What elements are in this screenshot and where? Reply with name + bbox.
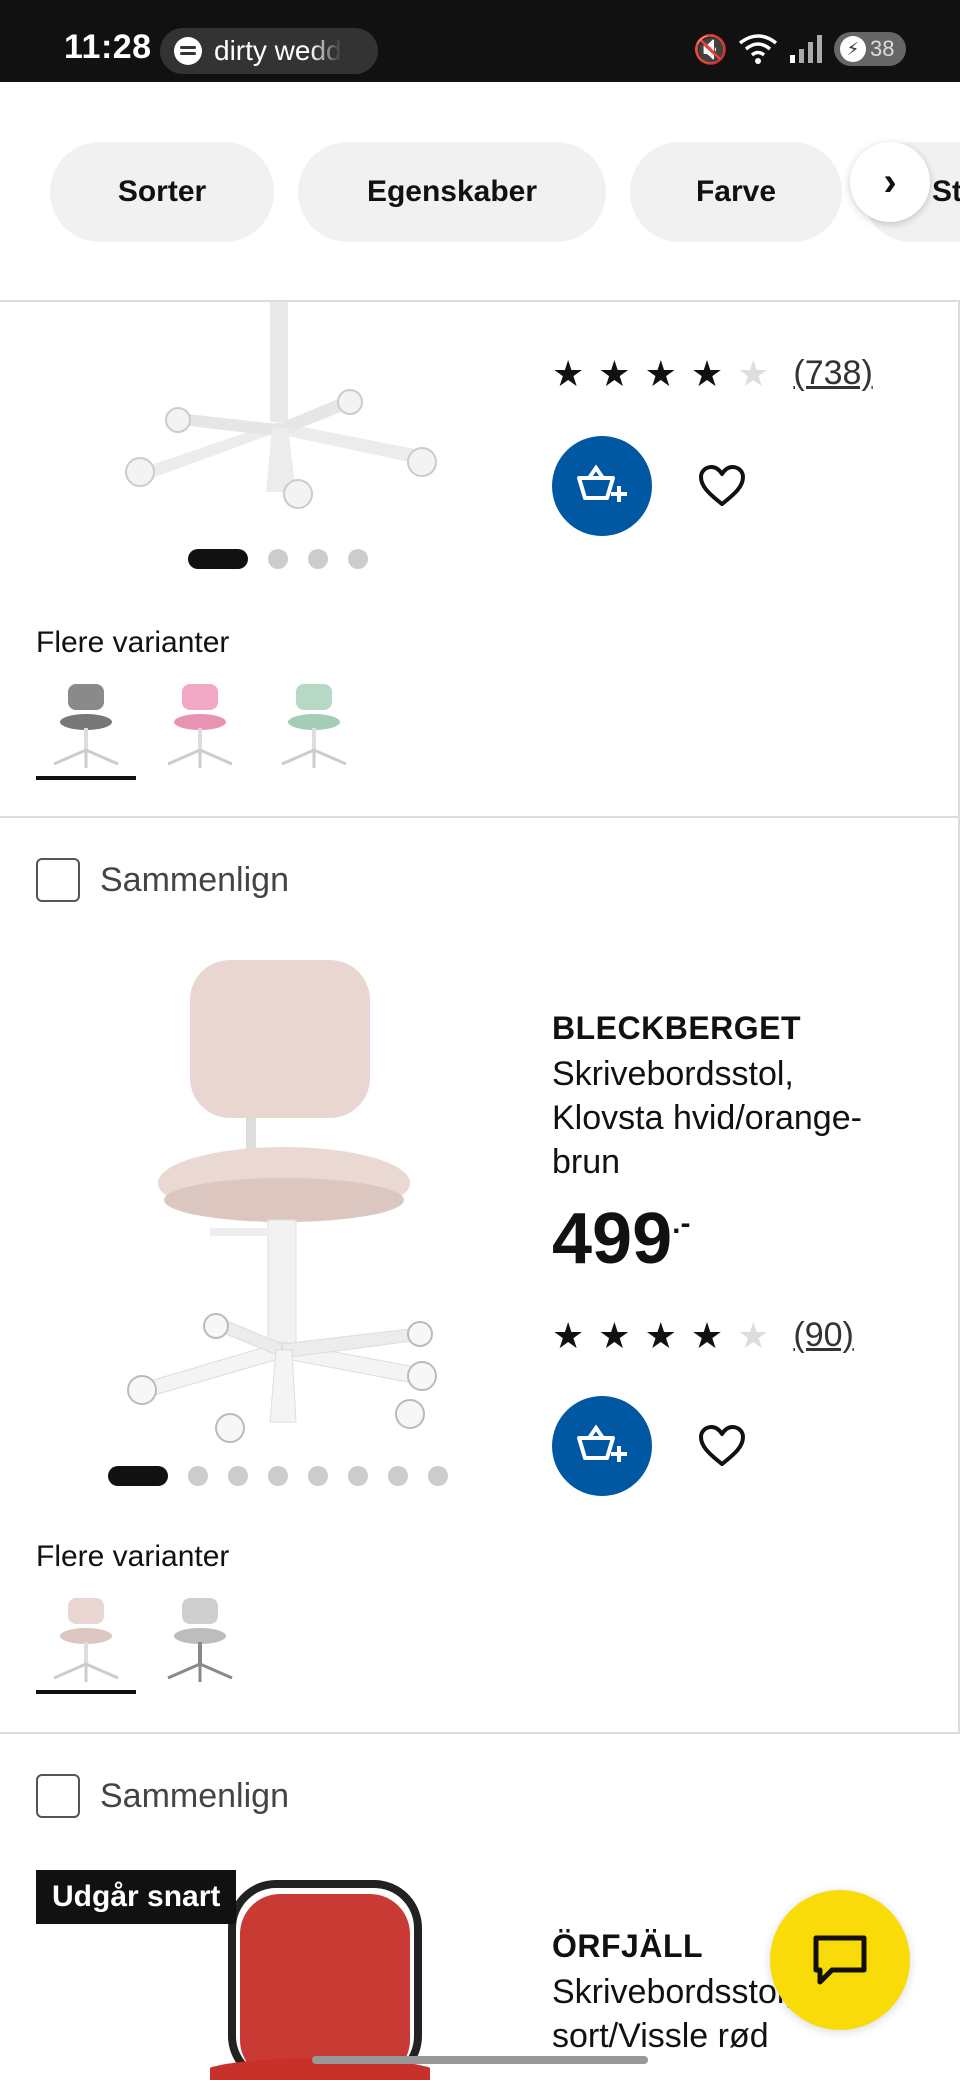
charging-icon: ⚡: [840, 36, 866, 62]
battery-indicator: ⚡ 38: [834, 32, 906, 66]
status-time: 11:28: [64, 28, 152, 66]
chevron-right-icon[interactable]: ›: [850, 142, 930, 222]
review-count-link[interactable]: (738): [793, 354, 872, 393]
product-name[interactable]: ÖRFJÄLL: [552, 1928, 703, 1965]
star-icon: ★: [598, 352, 631, 394]
compare-label: Sammenlign: [100, 1776, 289, 1815]
star-icon: ★: [644, 352, 677, 394]
favorite-button[interactable]: [692, 1416, 752, 1476]
add-to-cart-button[interactable]: [552, 436, 652, 536]
variant-thumbnail[interactable]: [264, 680, 364, 780]
carousel-dot[interactable]: [428, 1466, 448, 1486]
variants-label: Flere varianter: [36, 1540, 230, 1573]
filter-bar: Sorter Egenskaber Farve St ›: [0, 82, 960, 302]
variant-thumbnail[interactable]: [150, 1594, 250, 1694]
carousel-dot[interactable]: [348, 1466, 368, 1486]
cart-plus-icon: [577, 1424, 627, 1462]
home-indicator[interactable]: [312, 2056, 648, 2064]
product-name[interactable]: BLECKBERGET: [552, 1010, 801, 1047]
carousel-dot[interactable]: [348, 549, 368, 569]
price-suffix: .-: [672, 1207, 691, 1240]
review-count-link[interactable]: (90): [793, 1316, 853, 1355]
star-icon: ★: [552, 1314, 585, 1356]
variant-image: [53, 1598, 119, 1682]
status-badge: Udgår snart: [36, 1870, 237, 1924]
star-empty-icon: ★: [737, 352, 770, 394]
cart-plus-icon: [577, 464, 627, 502]
variant-image: [281, 684, 347, 768]
price-value: 499: [552, 1199, 673, 1279]
media-title: dirty wedd: [214, 35, 342, 66]
variant-image: [167, 1598, 233, 1682]
rating: ★ ★ ★ ★ ★ (90): [552, 1316, 854, 1355]
variants-label: Flere varianter: [36, 626, 230, 659]
variant-thumbnail[interactable]: [36, 680, 136, 780]
product-image[interactable]: [120, 958, 440, 1448]
star-icon: ★: [690, 1314, 724, 1356]
properties-chip[interactable]: Egenskaber: [298, 142, 606, 242]
chat-icon: [813, 1935, 867, 1985]
carousel-dot[interactable]: [188, 1466, 208, 1486]
carousel-dot[interactable]: [308, 549, 328, 569]
status-icons: 🔇 ⚡ 38: [693, 32, 906, 66]
star-icon: ★: [552, 352, 585, 394]
star-icon: ★: [598, 1314, 631, 1356]
product-card-2: Sammenlign BLECKBERGET Skrivebordsstol, …: [0, 818, 960, 1734]
carousel-dot[interactable]: [308, 1466, 328, 1486]
add-to-cart-button[interactable]: [552, 1396, 652, 1496]
carousel-dot[interactable]: [108, 1466, 168, 1486]
chat-button[interactable]: [770, 1890, 910, 2030]
variant-image: [167, 684, 233, 768]
product-image[interactable]: [210, 1874, 430, 2080]
compare-label: Sammenlign: [100, 860, 289, 899]
signal-icon: [790, 35, 822, 63]
star-icon: ★: [690, 352, 724, 394]
variant-image: [53, 684, 119, 768]
sort-chip[interactable]: Sorter: [50, 142, 274, 242]
wifi-icon: [738, 34, 778, 64]
mute-icon: 🔇: [693, 33, 728, 65]
product-description[interactable]: Skrivebordsstol, Klovsta hvid/orange-bru…: [552, 1052, 912, 1184]
carousel-dot[interactable]: [388, 1466, 408, 1486]
image-carousel-dots[interactable]: [108, 1466, 448, 1486]
product-card-1: ★ ★ ★ ★ ★ (738) Flere varianter: [0, 302, 960, 818]
variant-thumbnail[interactable]: [150, 680, 250, 780]
compare-toggle[interactable]: Sammenlign: [36, 858, 289, 902]
product-price: 499.-: [552, 1198, 690, 1280]
status-bar: 11:28 dirty wedd 🔇 ⚡ 38: [0, 0, 960, 82]
carousel-dot[interactable]: [228, 1466, 248, 1486]
carousel-dot[interactable]: [188, 549, 248, 569]
compare-toggle[interactable]: Sammenlign: [36, 1774, 289, 1818]
favorite-button[interactable]: [692, 456, 752, 516]
star-icon: ★: [644, 1314, 677, 1356]
product-image[interactable]: [110, 302, 450, 522]
carousel-dot[interactable]: [268, 1466, 288, 1486]
compare-checkbox[interactable]: [36, 858, 80, 902]
heart-icon: [699, 1425, 745, 1466]
image-carousel-dots[interactable]: [188, 549, 368, 569]
carousel-dot[interactable]: [268, 549, 288, 569]
star-empty-icon: ★: [737, 1314, 770, 1356]
color-chip[interactable]: Farve: [630, 142, 842, 242]
variant-thumbnail[interactable]: [36, 1594, 136, 1694]
compare-checkbox[interactable]: [36, 1774, 80, 1818]
spotify-icon: [174, 37, 202, 65]
heart-icon: [699, 465, 745, 506]
rating: ★ ★ ★ ★ ★ (738): [552, 354, 873, 393]
media-pill[interactable]: dirty wedd: [160, 28, 378, 74]
battery-level: 38: [870, 36, 895, 61]
